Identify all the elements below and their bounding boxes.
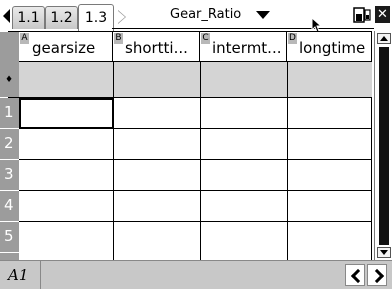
dropdown-triangle-icon[interactable] (256, 11, 270, 19)
cell-d3[interactable] (288, 160, 372, 191)
column-name: shortti... (125, 39, 188, 57)
corner-cell[interactable] (0, 32, 19, 62)
divider (113, 62, 114, 97)
cell-a4[interactable] (19, 191, 114, 222)
row-header-2[interactable]: 2 (0, 129, 19, 160)
chevron-right-icon (369, 268, 385, 284)
row-header-4[interactable]: 4 (0, 191, 19, 222)
tab-bar: 1.1 1.2 1.3 Gear_Ratio ✕ (0, 0, 392, 33)
right-triangle-icon-fill (118, 11, 125, 23)
cell-d4[interactable] (288, 191, 372, 222)
nav-next-button[interactable] (367, 264, 387, 286)
cell-b5[interactable] (114, 222, 201, 261)
row-header-1[interactable]: 1 (0, 98, 19, 129)
cell-a1[interactable] (19, 98, 114, 129)
column-letter: D (288, 33, 297, 44)
chevron-left-icon (350, 268, 366, 284)
battery-icon (353, 7, 371, 23)
scroll-up-icon[interactable] (377, 33, 391, 44)
cell-b4[interactable] (114, 191, 201, 222)
cell-a5[interactable] (19, 222, 114, 261)
column-letter: B (114, 33, 123, 44)
status-divider (40, 261, 41, 289)
cell-c4[interactable] (201, 191, 288, 222)
column-header-d[interactable]: D longtime (287, 32, 372, 62)
formula-row[interactable]: ♦ (0, 62, 372, 98)
cell-b3[interactable] (114, 160, 201, 191)
cell-c2[interactable] (201, 129, 288, 160)
column-header-c[interactable]: C intermt... (200, 32, 287, 62)
cell-d2[interactable] (288, 129, 372, 160)
close-icon[interactable]: ✕ (375, 6, 390, 23)
column-letter: C (201, 33, 210, 44)
column-name: intermt... (212, 39, 282, 57)
cell-a2[interactable] (19, 129, 114, 160)
cell-b2[interactable] (114, 129, 201, 160)
tab-1-1[interactable]: 1.1 (12, 6, 45, 29)
divider (200, 62, 201, 97)
row-header-5[interactable]: 5 (0, 222, 19, 253)
formula-marker-icon: ♦ (5, 75, 14, 85)
row-header-3[interactable]: 3 (0, 160, 19, 191)
cell-b1[interactable] (114, 98, 201, 129)
spreadsheet-grid: A gearsize B shortti... C intermt... D l… (0, 31, 372, 261)
column-name: longtime (299, 39, 366, 57)
vertical-scrollbar[interactable] (374, 31, 392, 260)
column-header-b[interactable]: B shortti... (113, 32, 200, 62)
status-bar: A1 (0, 260, 392, 289)
left-triangle-icon[interactable] (3, 9, 10, 23)
tab-baseline (112, 28, 374, 29)
divider (287, 62, 288, 97)
cell-c3[interactable] (201, 160, 288, 191)
scroll-down-icon[interactable] (377, 247, 391, 258)
tab-1-3[interactable]: 1.3 (78, 4, 114, 31)
document-title[interactable]: Gear_Ratio (170, 6, 241, 24)
cell-a3[interactable] (19, 160, 114, 191)
nav-prev-button[interactable] (345, 264, 366, 286)
scroll-thumb[interactable] (379, 47, 389, 245)
cell-d5[interactable] (288, 222, 372, 261)
column-name: gearsize (32, 39, 96, 57)
cell-c5[interactable] (201, 222, 288, 261)
formula-row-header[interactable]: ♦ (0, 62, 19, 97)
cell-reference: A1 (8, 266, 29, 284)
cell-d1[interactable] (288, 98, 372, 129)
cell-c1[interactable] (201, 98, 288, 129)
column-letter: A (20, 33, 29, 44)
column-header-a[interactable]: A gearsize (19, 32, 113, 62)
tab-1-2[interactable]: 1.2 (45, 6, 78, 29)
